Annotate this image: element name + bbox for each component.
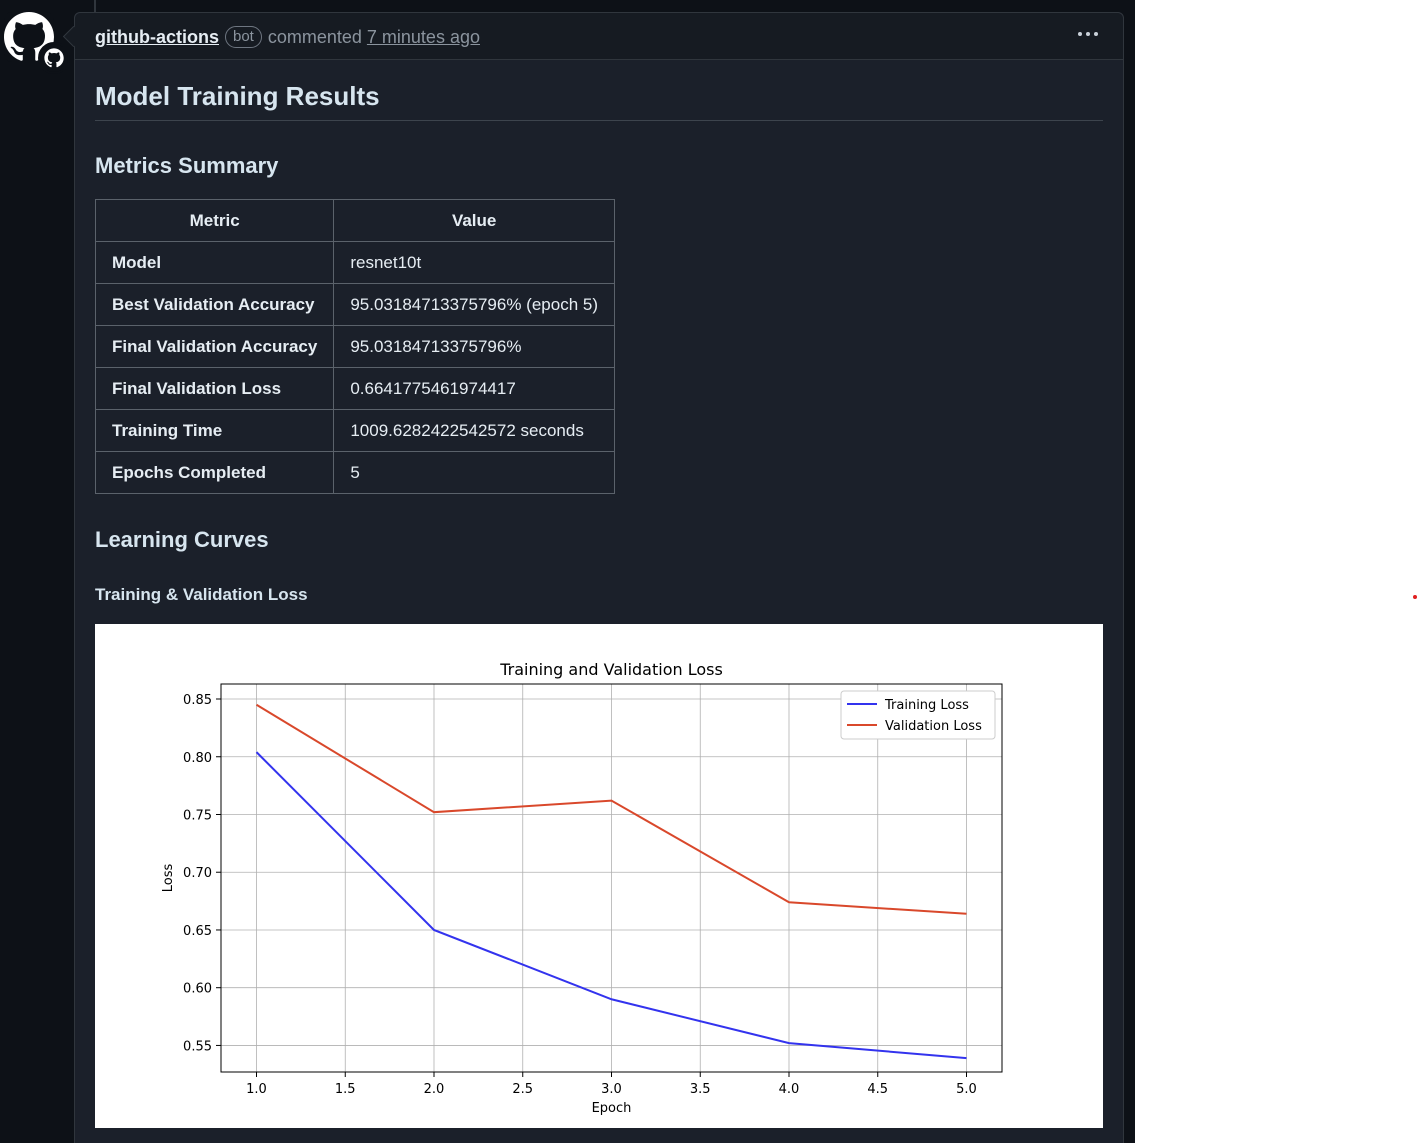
chart-title: Training and Validation Loss — [499, 660, 723, 679]
table-header-row: Metric Value — [94, 199, 615, 242]
loss-subheading: Training & Validation Loss — [95, 585, 308, 604]
y-tick-label: 0.80 — [183, 751, 212, 766]
table-row: Training Time 1009.6282422542572 seconds — [94, 409, 615, 452]
legend-label: Validation Loss — [885, 719, 982, 734]
results-title: Model Training Results — [95, 81, 1103, 121]
github-mark-icon — [40, 44, 68, 72]
x-axis-label: Epoch — [592, 1101, 632, 1116]
table-row: Best Validation Accuracy 95.031847133757… — [94, 283, 615, 326]
x-tick-label: 2.0 — [424, 1082, 445, 1097]
column-header-value: Value — [333, 199, 615, 242]
metric-value-cell: 1009.6282422542572 seconds — [333, 409, 615, 452]
metric-value-cell: 0.6641775461974417 — [333, 367, 615, 410]
metric-value-cell: 95.03184713375796% — [333, 325, 615, 368]
metric-name-cell: Final Validation Accuracy — [94, 325, 335, 368]
metric-name-cell: Final Validation Loss — [94, 367, 335, 410]
y-tick-label: 0.70 — [183, 866, 212, 881]
loss-chart: 1.0 1.5 2.0 2.5 3.0 3.5 4.0 4.5 5.0 0.55 0.60 0.65 0… — [161, 660, 1003, 1116]
legend-label: Training Loss — [884, 698, 969, 713]
timestamp-link[interactable]: 7 minutes ago — [367, 27, 480, 48]
y-tick-label: 0.55 — [183, 1039, 212, 1054]
comment-header: github-actions bot commented 7 minutes a… — [62, 13, 1123, 60]
loss-chart-image: 1.0 1.5 2.0 2.5 3.0 3.5 4.0 4.5 5.0 0.55 0.60 0.65 0… — [95, 624, 1103, 1128]
learning-curves-heading: Learning Curves — [95, 527, 269, 552]
app-badge-avatar — [38, 42, 70, 74]
metric-name-cell: Epochs Completed — [94, 451, 335, 494]
y-axis-label: Loss — [161, 864, 176, 893]
table-row: Epochs Completed 5 — [94, 451, 615, 494]
x-tick-label: 1.0 — [246, 1082, 267, 1097]
comment-meta: github-actions bot commented 7 minutes a… — [95, 26, 480, 48]
x-tick-label: 1.5 — [335, 1082, 356, 1097]
x-tick-label: 4.5 — [867, 1082, 888, 1097]
cursor-dot — [1413, 595, 1417, 599]
column-header-metric: Metric — [94, 199, 335, 242]
metric-name-cell: Training Time — [94, 409, 335, 452]
metrics-table: Metric Value Model resnet10t Best Valida… — [94, 199, 615, 494]
comment-card: github-actions bot commented 7 minutes a… — [62, 12, 1124, 1143]
metric-value-cell: 5 — [333, 451, 615, 494]
x-tick-label: 5.0 — [956, 1082, 977, 1097]
metric-value-cell: resnet10t — [333, 241, 615, 284]
timeline-line — [94, 0, 96, 12]
x-tick-label: 3.5 — [690, 1082, 711, 1097]
metric-name-cell: Model — [94, 241, 335, 284]
metric-name-cell: Best Validation Accuracy — [94, 283, 335, 326]
y-tick-label: 0.75 — [183, 808, 212, 823]
table-row: Final Validation Accuracy 95.03184713375… — [94, 325, 615, 368]
table-row: Final Validation Loss 0.6641775461974417 — [94, 367, 615, 410]
x-tick-label: 3.0 — [601, 1082, 622, 1097]
timeline-pane: github-actions bot commented 7 minutes a… — [0, 0, 1135, 1143]
github-actions-avatar[interactable] — [4, 12, 70, 74]
more-options-button[interactable] — [1075, 21, 1101, 47]
bot-badge: bot — [225, 26, 262, 48]
x-tick-label: 4.0 — [779, 1082, 800, 1097]
kebab-dot-icon — [1086, 32, 1090, 36]
metrics-heading: Metrics Summary — [95, 153, 279, 178]
kebab-dot-icon — [1094, 32, 1098, 36]
y-tick-label: 0.85 — [183, 693, 212, 708]
kebab-dot-icon — [1078, 32, 1082, 36]
y-tick-label: 0.65 — [183, 924, 212, 939]
comment-action: commented — [267, 26, 362, 47]
table-row: Model resnet10t — [94, 241, 615, 284]
metric-value-cell: 95.03184713375796% (epoch 5) — [333, 283, 615, 326]
x-tick-label: 2.5 — [512, 1082, 533, 1097]
author-link[interactable]: github-actions — [95, 27, 219, 48]
y-tick-label: 0.60 — [183, 982, 212, 997]
